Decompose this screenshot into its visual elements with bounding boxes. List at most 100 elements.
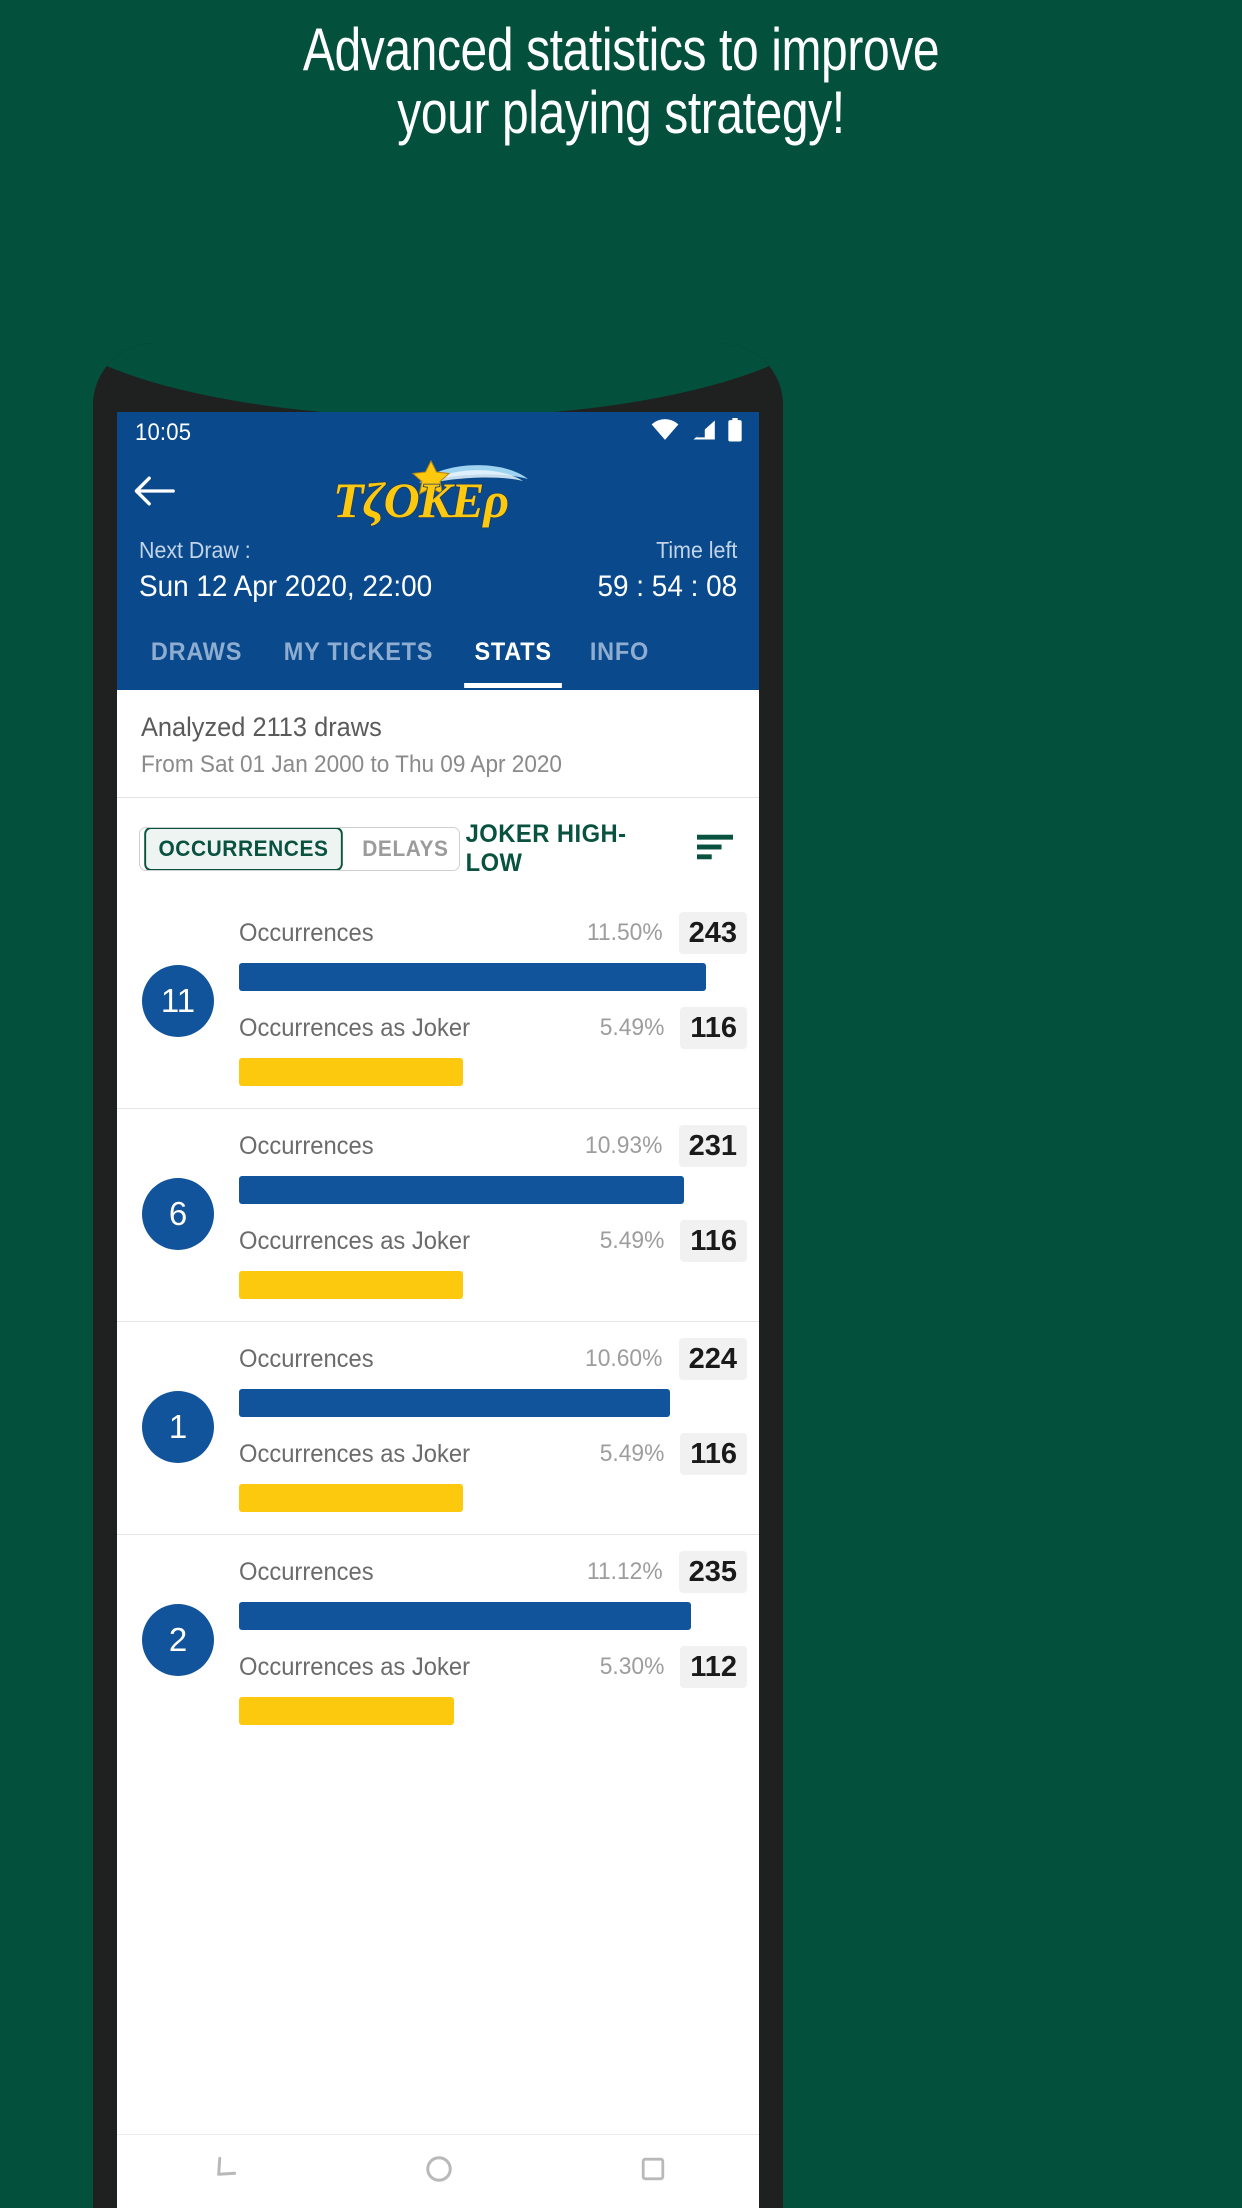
metric-label: Occurrences [239,1131,374,1160]
status-bar-time: 10:05 [135,418,192,446]
number-badge-cell: 1 [117,1391,239,1463]
table-row[interactable]: 6 Occurrences 10.93% 231 Occurrences as … [117,1108,759,1321]
next-draw-label: Next Draw : [139,537,251,563]
metric-label: Occurrences as Joker [239,1226,470,1255]
metric-percent: 5.49% [599,1440,665,1467]
tab-my-tickets[interactable]: MY TICKETS [268,616,449,688]
back-arrow-icon [133,475,175,512]
metric-occurrences-as-joker: Occurrences as Joker 5.30% 112 [239,1646,747,1725]
metric-occurrences-as-joker: Occurrences as Joker 5.49% 116 [239,1433,747,1512]
metric-percent: 10.93% [585,1132,663,1159]
status-bar: 10:05 [117,412,759,453]
joker-bar [239,1484,463,1512]
row-metrics: Occurrences 10.60% 224 Occurrences as Jo… [239,1338,759,1516]
status-bar-icons [651,418,743,447]
promo-headline-line-2: your playing strategy! [397,79,845,146]
joker-bar [239,1271,463,1299]
bar-track [239,1176,747,1204]
metric-occurrences-as-joker: Occurrences as Joker 5.49% 116 [239,1007,747,1086]
segment-occurrences[interactable]: OCCURRENCES [144,828,343,870]
app-bar-top: ΤζΟΚΕρ [117,453,759,533]
analysis-summary: Analyzed 2113 draws From Sat 01 Jan 2000… [117,690,759,798]
signal-icon [690,419,716,446]
tab-stats[interactable]: STATS [459,616,568,688]
status-badge: 2 [142,1604,214,1676]
metric-occurrences: Occurrences 10.93% 231 [239,1125,747,1204]
metric-count: 112 [680,1646,747,1688]
metric-header: Occurrences as Joker 5.49% 116 [239,1007,747,1049]
bar-track [239,1484,747,1512]
number-badge-cell: 2 [117,1604,239,1676]
table-row[interactable]: 1 Occurrences 10.60% 224 Occurrences as … [117,1321,759,1534]
table-row[interactable]: 11 Occurrences 11.50% 243 Occurrences as… [117,896,759,1108]
promo-headline-line-1: Advanced statistics to improve [302,16,940,83]
promo-headline: Advanced statistics to improve your play… [124,18,1118,144]
metric-header: Occurrences as Joker 5.49% 116 [239,1220,747,1262]
nav-home-icon[interactable] [424,2154,454,2189]
nav-recents-icon[interactable] [639,2155,667,2188]
metric-count: 116 [680,1007,747,1049]
metric-label: Occurrences as Joker [239,1013,470,1042]
row-metrics: Occurrences 11.12% 235 Occurrences as Jo… [239,1551,759,1729]
metric-percent: 5.30% [599,1653,665,1680]
metric-header: Occurrences 10.93% 231 [239,1125,747,1167]
bar-track [239,1389,747,1417]
time-left-label: Time left [655,537,737,563]
bar-track [239,963,747,991]
bar-track [239,1602,747,1630]
status-badge: 11 [142,965,214,1037]
metric-percent: 11.12% [586,1558,663,1585]
sort-descending-icon [697,833,733,866]
battery-icon [727,418,743,447]
time-left-value: 59 : 54 : 08 [597,570,737,603]
metric-header: Occurrences 10.60% 224 [239,1338,747,1380]
occurrences-bar [239,963,707,991]
tab-bar: DRAWS MY TICKETS STATS INFO [117,616,759,688]
app-bar: ΤζΟΚΕρ Next Draw : Time left Sun 12 Apr … [117,453,759,690]
metric-count: 235 [678,1551,747,1593]
tab-draws[interactable]: DRAWS [135,616,258,688]
metric-occurrences-as-joker: Occurrences as Joker 5.49% 116 [239,1220,747,1299]
occurrences-bar [239,1176,684,1204]
analysis-title: Analyzed 2113 draws [141,712,382,742]
metric-occurrences: Occurrences 10.60% 224 [239,1338,747,1417]
joker-bar [239,1697,455,1725]
phone-frame-curve [93,343,783,417]
filter-bar: OCCURRENCES DELAYS JOKER HIGH-LOW [117,798,759,896]
metric-label: Occurrences as Joker [239,1439,470,1468]
next-draw-value: Sun 12 Apr 2020, 22:00 [139,570,433,603]
metric-occurrences: Occurrences 11.50% 243 [239,912,747,991]
sort-control[interactable]: JOKER HIGH-LOW [460,820,737,878]
metric-label: Occurrences as Joker [239,1652,470,1681]
occurrences-bar [239,1389,670,1417]
tab-info[interactable]: INFO [574,616,665,688]
app-logo: ΤζΟΚΕρ [117,453,759,533]
metric-count: 116 [680,1433,747,1475]
segment-delays[interactable]: DELAYS [349,828,459,870]
phone-screen: 10:05 ΤζΟΚΕρ Next Draw: Time left Sun 1… [117,412,759,2208]
occurrences-bar [239,1602,692,1630]
nav-back-icon[interactable] [209,2154,239,2189]
metric-count: 116 [680,1220,747,1262]
metric-header: Occurrences as Joker 5.30% 112 [239,1646,747,1688]
metric-percent: 5.49% [599,1014,665,1041]
metric-percent: 11.50% [586,919,663,946]
number-badge-cell: 11 [117,965,239,1037]
metric-header: Occurrences 11.12% 235 [239,1551,747,1593]
metric-occurrences: Occurrences 11.12% 235 [239,1551,747,1630]
analysis-subtitle: From Sat 01 Jan 2000 to Thu 09 Apr 2020 [141,751,562,778]
wifi-icon [651,419,679,446]
table-row[interactable]: 2 Occurrences 11.12% 235 Occurrences as … [117,1534,759,1747]
metric-label: Occurrences [239,918,374,947]
joker-bar [239,1058,463,1086]
metric-count: 224 [678,1338,747,1380]
row-metrics: Occurrences 10.93% 231 Occurrences as Jo… [239,1125,759,1303]
metric-percent: 10.60% [585,1345,663,1372]
bar-track [239,1058,747,1086]
sort-label: JOKER HIGH-LOW [465,820,627,877]
metric-label: Occurrences [239,1557,374,1586]
back-button[interactable] [117,475,191,512]
bar-track [239,1271,747,1299]
number-badge-cell: 6 [117,1178,239,1250]
metric-label: Occurrences [239,1344,374,1373]
